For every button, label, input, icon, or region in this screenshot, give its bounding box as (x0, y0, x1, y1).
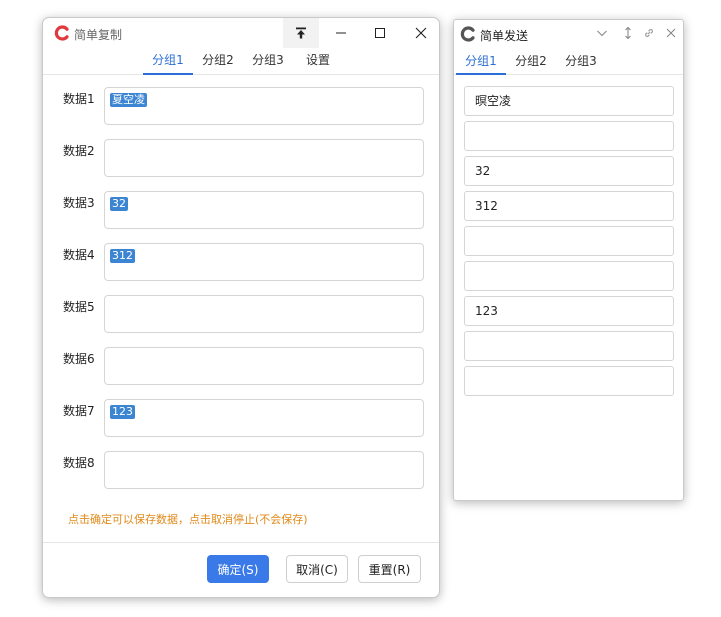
tab-group-3[interactable]: 分组3 (243, 51, 293, 74)
field-label: 数据6 (63, 352, 95, 366)
field-label: 数据7 (63, 404, 95, 418)
send-tabs: 分组1 分组2 分组3 (454, 52, 683, 75)
collapse-button[interactable] (594, 20, 610, 46)
close-icon (665, 27, 677, 39)
pin-top-button[interactable] (283, 18, 319, 48)
send-field-4[interactable]: 312 (464, 191, 674, 221)
field-label: 数据5 (63, 300, 95, 314)
app-logo-icon (460, 26, 476, 42)
send-field-9[interactable] (464, 366, 674, 396)
maximize-icon (374, 27, 386, 39)
main-tabs: 分组1 分组2 分组3 设置 (43, 51, 439, 75)
hint-text: 点击确定可以保存数据，点击取消停止(不会保存) (68, 513, 308, 526)
data-5-input[interactable] (104, 295, 424, 333)
close-icon (415, 27, 427, 39)
send-field-7[interactable]: 123 (464, 296, 674, 326)
window-title: 简单复制 (74, 28, 123, 42)
close-button[interactable] (406, 18, 436, 48)
tab-group-1[interactable]: 分组1 (456, 52, 506, 75)
send-field-5[interactable] (464, 226, 674, 256)
send-titlebar: 简单发送 (454, 20, 683, 46)
tab-group-3[interactable]: 分组3 (556, 52, 606, 74)
data-6-input[interactable] (104, 347, 424, 385)
maximize-button[interactable] (365, 18, 395, 48)
field-label: 数据8 (63, 456, 95, 470)
tab-group-2[interactable]: 分组2 (193, 51, 243, 74)
field-label: 数据2 (63, 144, 95, 158)
pin-top-icon (295, 27, 307, 39)
selected-text: 32 (110, 197, 128, 211)
simple-copy-window: 简单复制 分组1 分组2 分组3 设置 数据1 夏空凌 数据2 数据3 32 数… (42, 17, 440, 598)
send-field-2[interactable] (464, 121, 674, 151)
field-label: 数据3 (63, 196, 95, 210)
tab-group-2[interactable]: 分组2 (506, 52, 556, 74)
send-field-6[interactable] (464, 261, 674, 291)
data-2-input[interactable] (104, 139, 424, 177)
cancel-button[interactable]: 取消(C) (286, 555, 348, 583)
selected-text: 312 (110, 249, 135, 263)
selected-text: 123 (110, 405, 135, 419)
vertical-resize-icon (622, 27, 634, 39)
minimize-icon (335, 27, 347, 39)
window-title: 简单发送 (480, 29, 529, 43)
simple-send-window: 简单发送 分组1 分组2 分组3 暝空凌 32 312 123 (453, 19, 684, 501)
main-titlebar: 简单复制 (43, 18, 439, 48)
reset-button[interactable]: 重置(R) (358, 555, 421, 583)
send-field-8[interactable] (464, 331, 674, 361)
data-3-input[interactable]: 32 (104, 191, 424, 229)
send-field-3[interactable]: 32 (464, 156, 674, 186)
field-label: 数据4 (63, 248, 95, 262)
footer-divider (43, 542, 439, 543)
data-8-input[interactable] (104, 451, 424, 489)
resize-button[interactable] (620, 20, 636, 46)
data-1-input[interactable]: 夏空凌 (104, 87, 424, 125)
field-label: 数据1 (63, 92, 95, 106)
link-icon (643, 27, 655, 39)
selected-text: 夏空凌 (110, 93, 147, 107)
send-field-1[interactable]: 暝空凌 (464, 86, 674, 116)
data-4-input[interactable]: 312 (104, 243, 424, 281)
tab-settings[interactable]: 设置 (293, 51, 343, 74)
close-button[interactable] (663, 20, 679, 46)
link-button[interactable] (641, 20, 657, 46)
data-7-input[interactable]: 123 (104, 399, 424, 437)
tab-group-1[interactable]: 分组1 (143, 51, 193, 75)
minimize-button[interactable] (326, 18, 356, 48)
confirm-button[interactable]: 确定(S) (207, 555, 269, 583)
app-logo-icon (54, 25, 70, 41)
chevron-down-icon (596, 27, 608, 39)
